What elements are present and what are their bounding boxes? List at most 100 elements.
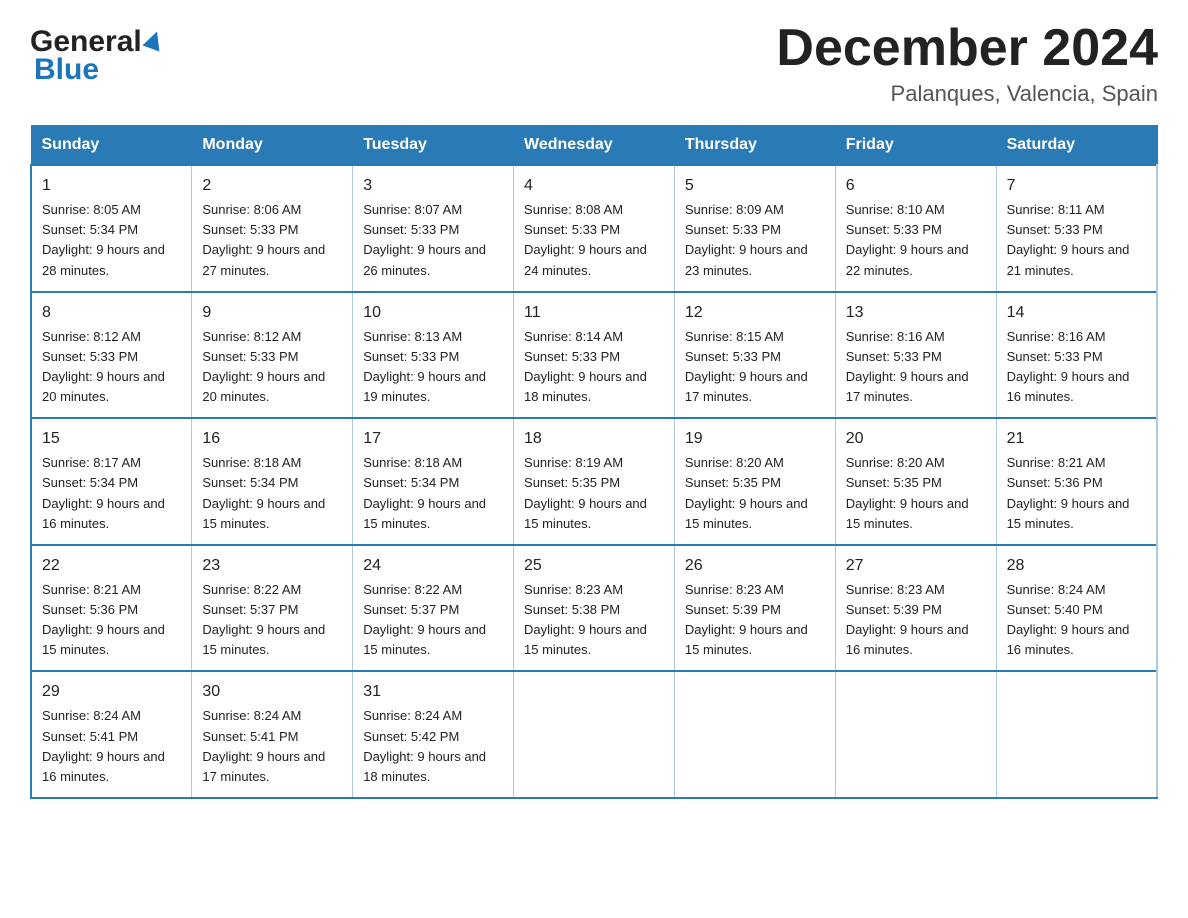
calendar-week-row: 15 Sunrise: 8:17 AMSunset: 5:34 PMDayligh… xyxy=(31,418,1157,545)
calendar-cell: 9Sunrise: 8:12 AMSunset: 5:33 PMDaylight… xyxy=(192,292,353,419)
calendar-cell: 2 Sunrise: 8:06 AMSunset: 5:33 PMDaylight… xyxy=(192,165,353,292)
logo-triangle-icon xyxy=(142,28,165,51)
logo-blue-text: Blue xyxy=(30,53,99,87)
day-number: 24 xyxy=(363,554,503,578)
weekday-header-row: SundayMondayTuesdayWednesdayThursdayFrid… xyxy=(31,126,1157,166)
calendar-cell: 21 Sunrise: 8:21 AMSunset: 5:36 PMDayligh… xyxy=(996,418,1157,545)
day-info: Sunrise: 8:13 AMSunset: 5:33 PMDaylight:… xyxy=(363,329,486,404)
day-info: Sunrise: 8:24 AMSunset: 5:41 PMDaylight:… xyxy=(42,708,165,783)
day-info: Sunrise: 8:16 AMSunset: 5:33 PMDaylight:… xyxy=(846,329,969,404)
calendar-cell: 4 Sunrise: 8:08 AMSunset: 5:33 PMDaylight… xyxy=(514,165,675,292)
day-info: Sunrise: 8:06 AMSunset: 5:33 PMDaylight:… xyxy=(202,202,325,277)
calendar-cell: 1 Sunrise: 8:05 AMSunset: 5:34 PMDaylight… xyxy=(31,165,192,292)
day-info: Sunrise: 8:24 AMSunset: 5:42 PMDaylight:… xyxy=(363,708,486,783)
day-info: Sunrise: 8:23 AMSunset: 5:38 PMDaylight:… xyxy=(524,582,647,657)
day-number: 8 xyxy=(42,301,181,325)
day-info: Sunrise: 8:08 AMSunset: 5:33 PMDaylight:… xyxy=(524,202,647,277)
calendar-cell: 27Sunrise: 8:23 AMSunset: 5:39 PMDayligh… xyxy=(835,545,996,672)
calendar-cell: 7Sunrise: 8:11 AMSunset: 5:33 PMDaylight… xyxy=(996,165,1157,292)
calendar-cell: 12 Sunrise: 8:15 AMSunset: 5:33 PMDayligh… xyxy=(674,292,835,419)
day-info: Sunrise: 8:17 AMSunset: 5:34 PMDaylight:… xyxy=(42,455,165,530)
day-info: Sunrise: 8:22 AMSunset: 5:37 PMDaylight:… xyxy=(363,582,486,657)
calendar-cell: 30 Sunrise: 8:24 AMSunset: 5:41 PMDayligh… xyxy=(192,671,353,798)
calendar-cell: 15 Sunrise: 8:17 AMSunset: 5:34 PMDayligh… xyxy=(31,418,192,545)
calendar-cell: 26Sunrise: 8:23 AMSunset: 5:39 PMDayligh… xyxy=(674,545,835,672)
calendar-cell: 17Sunrise: 8:18 AMSunset: 5:34 PMDayligh… xyxy=(353,418,514,545)
day-number: 4 xyxy=(524,174,664,198)
calendar-cell xyxy=(996,671,1157,798)
day-number: 2 xyxy=(202,174,342,198)
day-number: 1 xyxy=(42,174,181,198)
calendar-cell xyxy=(514,671,675,798)
day-info: Sunrise: 8:14 AMSunset: 5:33 PMDaylight:… xyxy=(524,329,647,404)
calendar-cell: 5Sunrise: 8:09 AMSunset: 5:33 PMDaylight… xyxy=(674,165,835,292)
day-number: 19 xyxy=(685,427,825,451)
calendar-cell: 24 Sunrise: 8:22 AMSunset: 5:37 PMDayligh… xyxy=(353,545,514,672)
day-number: 6 xyxy=(846,174,986,198)
calendar-cell: 29 Sunrise: 8:24 AMSunset: 5:41 PMDayligh… xyxy=(31,671,192,798)
day-info: Sunrise: 8:24 AMSunset: 5:41 PMDaylight:… xyxy=(202,708,325,783)
day-number: 13 xyxy=(846,301,986,325)
day-info: Sunrise: 8:07 AMSunset: 5:33 PMDaylight:… xyxy=(363,202,486,277)
day-info: Sunrise: 8:11 AMSunset: 5:33 PMDaylight:… xyxy=(1007,202,1130,277)
day-info: Sunrise: 8:10 AMSunset: 5:33 PMDaylight:… xyxy=(846,202,969,277)
calendar-cell: 18 Sunrise: 8:19 AMSunset: 5:35 PMDayligh… xyxy=(514,418,675,545)
calendar-cell xyxy=(674,671,835,798)
day-info: Sunrise: 8:18 AMSunset: 5:34 PMDaylight:… xyxy=(202,455,325,530)
day-info: Sunrise: 8:16 AMSunset: 5:33 PMDaylight:… xyxy=(1007,329,1130,404)
day-number: 14 xyxy=(1007,301,1146,325)
calendar-cell: 16 Sunrise: 8:18 AMSunset: 5:34 PMDayligh… xyxy=(192,418,353,545)
day-number: 10 xyxy=(363,301,503,325)
day-number: 12 xyxy=(685,301,825,325)
day-number: 30 xyxy=(202,680,342,704)
calendar-cell: 14 Sunrise: 8:16 AMSunset: 5:33 PMDayligh… xyxy=(996,292,1157,419)
day-info: Sunrise: 8:20 AMSunset: 5:35 PMDaylight:… xyxy=(685,455,808,530)
location-text: Palanques, Valencia, Spain xyxy=(776,81,1158,107)
calendar-cell: 6 Sunrise: 8:10 AMSunset: 5:33 PMDaylight… xyxy=(835,165,996,292)
day-info: Sunrise: 8:21 AMSunset: 5:36 PMDaylight:… xyxy=(1007,455,1130,530)
logo: General Blue xyxy=(30,20,163,87)
day-info: Sunrise: 8:23 AMSunset: 5:39 PMDaylight:… xyxy=(846,582,969,657)
day-info: Sunrise: 8:23 AMSunset: 5:39 PMDaylight:… xyxy=(685,582,808,657)
calendar-week-row: 1 Sunrise: 8:05 AMSunset: 5:34 PMDaylight… xyxy=(31,165,1157,292)
calendar-cell: 22Sunrise: 8:21 AMSunset: 5:36 PMDayligh… xyxy=(31,545,192,672)
calendar-cell: 25Sunrise: 8:23 AMSunset: 5:38 PMDayligh… xyxy=(514,545,675,672)
calendar-week-row: 22Sunrise: 8:21 AMSunset: 5:36 PMDayligh… xyxy=(31,545,1157,672)
page-header: General Blue December 2024 Palanques, Va… xyxy=(30,20,1158,107)
calendar-cell: 31 Sunrise: 8:24 AMSunset: 5:42 PMDayligh… xyxy=(353,671,514,798)
day-number: 21 xyxy=(1007,427,1146,451)
title-block: December 2024 Palanques, Valencia, Spain xyxy=(776,20,1158,107)
day-info: Sunrise: 8:24 AMSunset: 5:40 PMDaylight:… xyxy=(1007,582,1130,657)
day-number: 3 xyxy=(363,174,503,198)
day-number: 29 xyxy=(42,680,181,704)
day-info: Sunrise: 8:12 AMSunset: 5:33 PMDaylight:… xyxy=(202,329,325,404)
day-number: 15 xyxy=(42,427,181,451)
day-number: 17 xyxy=(363,427,503,451)
day-number: 31 xyxy=(363,680,503,704)
calendar-table: SundayMondayTuesdayWednesdayThursdayFrid… xyxy=(30,125,1158,799)
day-number: 5 xyxy=(685,174,825,198)
calendar-cell: 23Sunrise: 8:22 AMSunset: 5:37 PMDayligh… xyxy=(192,545,353,672)
calendar-cell: 20Sunrise: 8:20 AMSunset: 5:35 PMDayligh… xyxy=(835,418,996,545)
calendar-cell: 10 Sunrise: 8:13 AMSunset: 5:33 PMDayligh… xyxy=(353,292,514,419)
day-info: Sunrise: 8:20 AMSunset: 5:35 PMDaylight:… xyxy=(846,455,969,530)
day-info: Sunrise: 8:19 AMSunset: 5:35 PMDaylight:… xyxy=(524,455,647,530)
month-title: December 2024 xyxy=(776,20,1158,77)
calendar-week-row: 8 Sunrise: 8:12 AMSunset: 5:33 PMDaylight… xyxy=(31,292,1157,419)
day-info: Sunrise: 8:15 AMSunset: 5:33 PMDaylight:… xyxy=(685,329,808,404)
weekday-header-thursday: Thursday xyxy=(674,126,835,166)
day-number: 23 xyxy=(202,554,342,578)
calendar-cell: 19 Sunrise: 8:20 AMSunset: 5:35 PMDayligh… xyxy=(674,418,835,545)
weekday-header-sunday: Sunday xyxy=(31,126,192,166)
weekday-header-monday: Monday xyxy=(192,126,353,166)
weekday-header-tuesday: Tuesday xyxy=(353,126,514,166)
day-info: Sunrise: 8:21 AMSunset: 5:36 PMDaylight:… xyxy=(42,582,165,657)
day-info: Sunrise: 8:05 AMSunset: 5:34 PMDaylight:… xyxy=(42,202,165,277)
weekday-header-wednesday: Wednesday xyxy=(514,126,675,166)
day-number: 18 xyxy=(524,427,664,451)
day-info: Sunrise: 8:12 AMSunset: 5:33 PMDaylight:… xyxy=(42,329,165,404)
weekday-header-friday: Friday xyxy=(835,126,996,166)
calendar-cell: 8 Sunrise: 8:12 AMSunset: 5:33 PMDaylight… xyxy=(31,292,192,419)
calendar-cell xyxy=(835,671,996,798)
day-number: 16 xyxy=(202,427,342,451)
